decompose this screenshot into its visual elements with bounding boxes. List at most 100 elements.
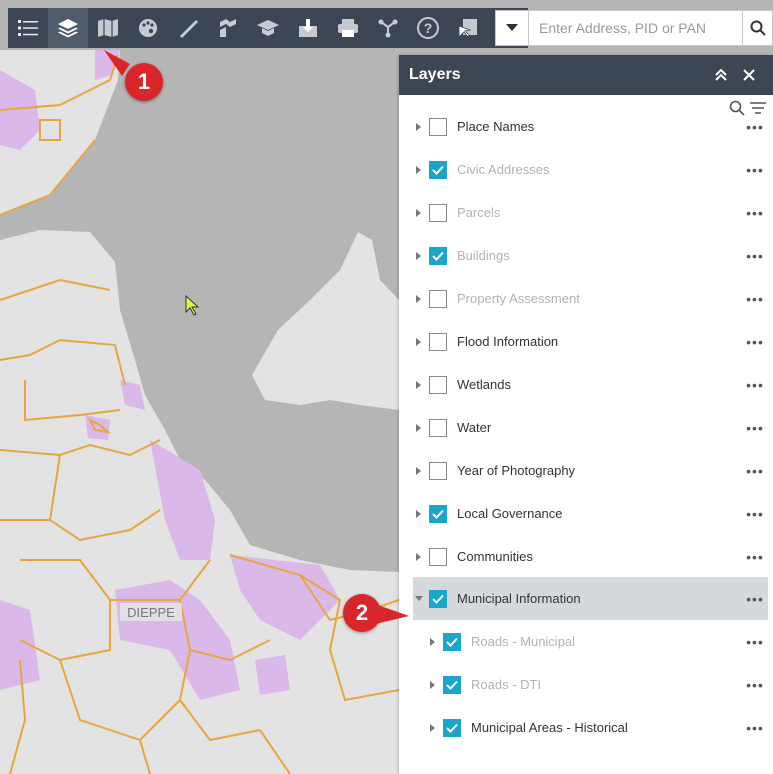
checkmark-icon	[432, 165, 444, 175]
identify-icon	[458, 19, 477, 38]
download-icon	[299, 19, 317, 37]
layer-more-options-button[interactable]: •••	[742, 119, 768, 135]
layer-row[interactable]: Municipal Areas - Historical •••	[413, 706, 768, 749]
layer-checkbox[interactable]	[429, 246, 447, 265]
share-button[interactable]	[368, 8, 408, 48]
collapse-panel-button[interactable]	[707, 61, 735, 89]
layer-label: Communities	[457, 549, 533, 564]
layer-row[interactable]: Buildings •••	[413, 234, 768, 277]
layer-label: Buildings	[457, 248, 510, 263]
search-input[interactable]	[529, 10, 743, 46]
layer-row[interactable]: Municipal Information •••	[413, 577, 768, 620]
layers-button[interactable]	[48, 8, 88, 48]
caret-right-icon[interactable]	[427, 637, 439, 646]
layer-row[interactable]: Parcels •••	[413, 191, 768, 234]
print-button[interactable]	[328, 8, 368, 48]
caret-right-icon[interactable]	[413, 337, 425, 346]
layer-row[interactable]: Communities •••	[413, 535, 768, 578]
measure-button[interactable]	[168, 8, 208, 48]
layer-label: Water	[457, 420, 492, 435]
caret-right-icon[interactable]	[413, 208, 425, 217]
layer-more-options-button[interactable]: •••	[742, 291, 768, 307]
caret-right-icon[interactable]	[413, 380, 425, 389]
layer-more-options-button[interactable]: •••	[742, 420, 768, 436]
layer-checkbox[interactable]	[429, 289, 447, 308]
caret-right-icon[interactable]	[413, 423, 425, 432]
share-icon	[378, 19, 398, 38]
layer-row[interactable]: Flood Information •••	[413, 320, 768, 363]
download-button[interactable]	[288, 8, 328, 48]
legend-button[interactable]	[8, 8, 48, 48]
layer-more-options-button[interactable]: •••	[742, 205, 768, 221]
callout-pointer-2	[375, 604, 409, 624]
layer-row[interactable]: Property Assessment •••	[413, 277, 768, 320]
layers-panel: Layers Place Names ••• Civic Addresses ••• P…	[399, 55, 773, 774]
layer-checkbox[interactable]	[429, 160, 447, 179]
layer-more-options-button[interactable]: •••	[742, 248, 768, 264]
layer-more-options-button[interactable]: •••	[742, 591, 768, 607]
identify-button[interactable]	[448, 8, 488, 48]
layer-row[interactable]: Civic Addresses •••	[413, 148, 768, 191]
bookmark-button[interactable]	[208, 8, 248, 48]
education-button[interactable]	[248, 8, 288, 48]
layer-row[interactable]: Roads - DTI •••	[413, 663, 768, 706]
layers-icon	[58, 19, 78, 38]
caret-right-icon[interactable]	[413, 294, 425, 303]
help-button[interactable]: ?	[408, 8, 448, 48]
layer-more-options-button[interactable]: •••	[742, 334, 768, 350]
basemap-button[interactable]	[88, 8, 128, 48]
layer-row[interactable]: Local Governance •••	[413, 492, 768, 535]
layer-more-options-button[interactable]: •••	[742, 162, 768, 178]
caret-right-icon[interactable]	[413, 165, 425, 174]
layer-label: Flood Information	[457, 334, 559, 349]
caret-right-icon[interactable]	[413, 552, 425, 561]
layer-checkbox[interactable]	[443, 718, 461, 737]
layer-checkbox[interactable]	[429, 117, 447, 136]
draw-button[interactable]	[128, 8, 168, 48]
layer-checkbox[interactable]	[443, 632, 461, 651]
layer-checkbox[interactable]	[429, 589, 447, 608]
layer-checkbox[interactable]	[429, 547, 447, 566]
layer-checkbox[interactable]	[429, 418, 447, 437]
help-icon: ?	[417, 17, 439, 39]
palette-icon	[139, 19, 157, 37]
layer-label: Municipal Information	[457, 591, 581, 606]
layer-checkbox[interactable]	[429, 203, 447, 222]
layer-more-options-button[interactable]: •••	[742, 377, 768, 393]
callout-pointer-1	[104, 50, 130, 76]
graduation-cap-icon	[257, 20, 279, 36]
panel-title: Layers	[409, 66, 461, 83]
layer-more-options-button[interactable]: •••	[742, 549, 768, 565]
layer-more-options-button[interactable]: •••	[742, 634, 768, 650]
caret-right-icon[interactable]	[413, 466, 425, 475]
layer-checkbox[interactable]	[429, 504, 447, 523]
layer-label: Civic Addresses	[457, 162, 550, 177]
caret-right-icon[interactable]	[427, 680, 439, 689]
layer-checkbox[interactable]	[443, 675, 461, 694]
search-icon	[750, 20, 766, 36]
layer-label: Place Names	[457, 119, 535, 134]
caret-right-icon[interactable]	[413, 122, 425, 131]
layer-checkbox[interactable]	[429, 375, 447, 394]
layers-panel-header: Layers	[399, 55, 773, 95]
layer-row[interactable]: Place Names •••	[413, 105, 768, 148]
layer-checkbox[interactable]	[429, 332, 447, 351]
caret-right-icon[interactable]	[413, 251, 425, 260]
search-button[interactable]	[743, 10, 773, 46]
caret-right-icon[interactable]	[427, 723, 439, 732]
layer-row[interactable]: Year of Photography •••	[413, 449, 768, 492]
layer-row[interactable]: Roads - Municipal •••	[413, 620, 768, 663]
layer-more-options-button[interactable]: •••	[742, 506, 768, 522]
checkmark-icon	[432, 251, 444, 261]
layer-more-options-button[interactable]: •••	[742, 677, 768, 693]
caret-right-icon[interactable]	[413, 509, 425, 518]
layer-row[interactable]: Wetlands •••	[413, 363, 768, 406]
search-source-dropdown[interactable]	[495, 10, 529, 46]
caret-down-icon[interactable]	[413, 595, 425, 602]
layer-row[interactable]: Water •••	[413, 406, 768, 449]
close-panel-button[interactable]	[735, 61, 763, 89]
layer-more-options-button[interactable]: •••	[742, 463, 768, 479]
layer-more-options-button[interactable]: •••	[742, 720, 768, 736]
legend-icon	[18, 20, 38, 36]
layer-checkbox[interactable]	[429, 461, 447, 480]
